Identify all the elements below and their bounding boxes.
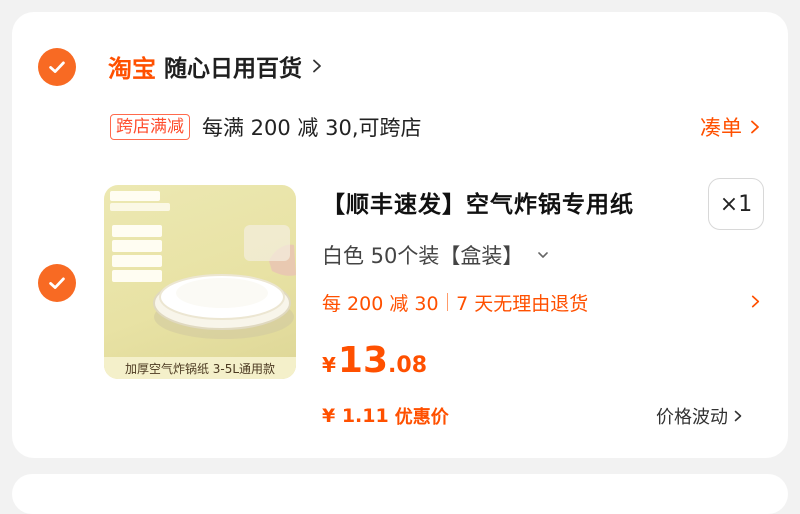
product-title-row[interactable]: 【顺丰速发】空气炸锅专用纸 bbox=[322, 184, 634, 220]
quantity-selector[interactable]: ×1 bbox=[708, 178, 764, 230]
chevron-right-icon bbox=[751, 120, 759, 134]
chevron-right-icon bbox=[734, 410, 742, 422]
product-thumbnail[interactable]: 加厚空气炸锅纸 3-5L通用款 bbox=[104, 185, 296, 379]
chevron-right-icon bbox=[751, 295, 760, 308]
promo-row: 跨店满减 每满 200 减 30,可跨店 凑单 bbox=[110, 110, 770, 144]
thumb-feature-list bbox=[112, 225, 162, 282]
sku-selector[interactable]: 白色 50个装【盒装】 bbox=[322, 238, 549, 272]
platform-logo: 淘宝 bbox=[108, 54, 156, 83]
benefit-discount: 每 200 减 30 bbox=[322, 292, 439, 315]
chevron-down-icon bbox=[538, 252, 549, 258]
promo-text: 每满 200 减 30,可跨店 bbox=[202, 116, 422, 140]
air-fryer-paper-image bbox=[110, 191, 296, 339]
price: ¥ 13 .08 bbox=[322, 340, 427, 386]
add-on-button[interactable]: 凑单 bbox=[700, 110, 762, 144]
next-shop-card bbox=[12, 474, 788, 514]
benefit-divider bbox=[446, 293, 449, 311]
check-icon bbox=[49, 277, 65, 289]
benefit-row[interactable]: 每 200 减 30 7 天无理由退货 bbox=[322, 286, 762, 318]
discount-price-row: ¥ 1.11 优惠价 bbox=[322, 400, 449, 432]
price-decimal: .08 bbox=[388, 353, 428, 378]
price-integer: 13 bbox=[337, 340, 389, 381]
chevron-right-icon bbox=[313, 59, 321, 73]
discount-label: 优惠价 bbox=[394, 407, 449, 428]
promo-tag: 跨店满减 bbox=[110, 114, 190, 140]
check-icon bbox=[49, 61, 65, 73]
shop-header[interactable]: 淘宝 随心日用百货 bbox=[108, 46, 324, 86]
item-select-checkbox[interactable] bbox=[38, 264, 76, 302]
thumb-caption: 加厚空气炸锅纸 3-5L通用款 bbox=[104, 357, 296, 379]
discount-price: ¥ 1.11 bbox=[322, 405, 389, 427]
shop-name[interactable]: 随心日用百货 bbox=[164, 49, 302, 83]
price-fluctuation-link[interactable]: 价格波动 bbox=[656, 400, 744, 432]
shop-select-checkbox[interactable] bbox=[38, 48, 76, 86]
price-currency: ¥ bbox=[322, 353, 336, 377]
add-on-label: 凑单 bbox=[700, 116, 742, 140]
benefit-return: 7 天无理由退货 bbox=[456, 292, 589, 315]
product-title[interactable]: 【顺丰速发】空气炸锅专用纸 bbox=[322, 185, 634, 219]
sku-text: 白色 50个装【盒装】 bbox=[322, 244, 524, 268]
price-fluctuation-label: 价格波动 bbox=[656, 407, 728, 428]
